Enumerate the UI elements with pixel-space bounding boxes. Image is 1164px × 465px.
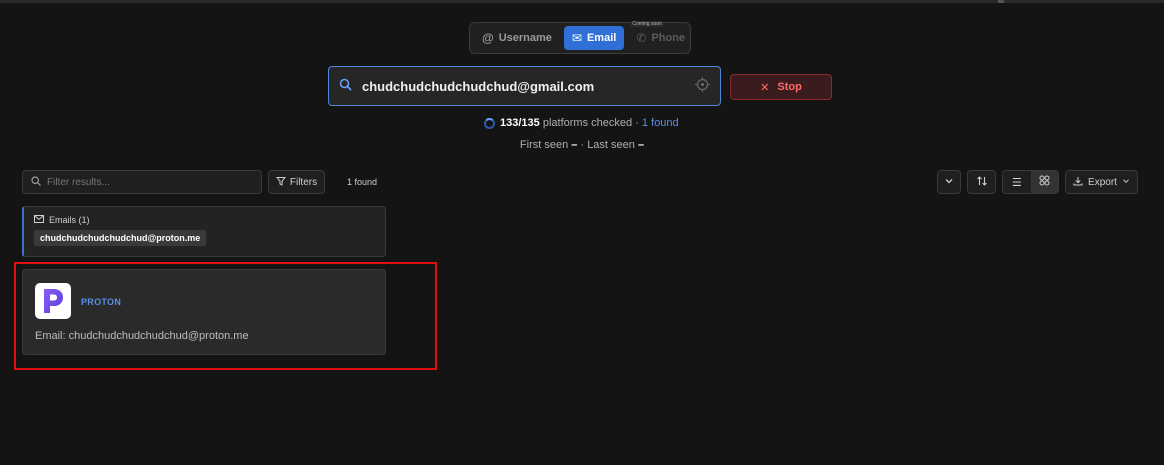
chevron-down-icon bbox=[1122, 177, 1130, 188]
sort-button[interactable] bbox=[967, 170, 996, 194]
export-button[interactable]: Export bbox=[1065, 170, 1138, 194]
tab-phone: Coming soon ✆ Phone bbox=[628, 21, 693, 50]
search-mode-tabs: @ Username ✉ Email Coming soon ✆ Phone bbox=[469, 21, 693, 54]
last-seen-value: – bbox=[637, 139, 645, 151]
window-control-mark bbox=[998, 0, 1004, 3]
stop-label: Stop bbox=[777, 81, 802, 93]
email-chip[interactable]: chudchudchudchudchud@proton.me bbox=[34, 230, 207, 246]
emails-summary-card: Emails (1) chudchudchudchudchud@proton.m… bbox=[22, 206, 386, 257]
chevron-down-icon bbox=[944, 176, 954, 189]
filters-label: Filters bbox=[289, 176, 318, 188]
tab-phone-label: Phone bbox=[651, 32, 686, 44]
filter-input[interactable] bbox=[47, 176, 247, 188]
list-view-button[interactable]: ☰ bbox=[1003, 171, 1031, 193]
filter-field bbox=[22, 170, 262, 194]
progress-status: 133/135 platforms checked · 1 found bbox=[484, 117, 679, 129]
export-label: Export bbox=[1088, 176, 1117, 188]
progress-text: platforms checked · bbox=[539, 117, 642, 129]
tab-email[interactable]: ✉ Email bbox=[563, 26, 625, 50]
view-toggle: ☰ bbox=[1002, 170, 1059, 194]
at-icon: @ bbox=[482, 31, 494, 45]
checked-count: 133 bbox=[500, 117, 519, 129]
tab-email-label: Email bbox=[586, 32, 617, 44]
list-icon: ☰ bbox=[1011, 176, 1022, 189]
emails-heading: Emails (1) bbox=[49, 215, 90, 225]
seen-dates: First seen – · Last seen – bbox=[0, 139, 1164, 151]
stop-button[interactable]: ✕ Stop bbox=[730, 74, 832, 100]
selection-highlight bbox=[14, 262, 437, 370]
close-icon: ✕ bbox=[760, 81, 770, 94]
collapse-button[interactable] bbox=[937, 170, 961, 194]
seen-separator: · bbox=[577, 139, 588, 151]
grid-view-button[interactable] bbox=[1030, 171, 1058, 193]
sort-arrows-icon bbox=[976, 175, 988, 190]
top-border bbox=[0, 0, 1164, 3]
first-seen-label: First seen bbox=[519, 139, 569, 151]
tab-username[interactable]: @ Username bbox=[474, 26, 560, 50]
last-seen-label: Last seen bbox=[587, 139, 635, 151]
total-count: /135 bbox=[518, 117, 540, 129]
grid-icon bbox=[1039, 175, 1050, 189]
crosshair-icon[interactable] bbox=[695, 77, 710, 95]
funnel-icon bbox=[275, 176, 286, 189]
download-icon bbox=[1073, 176, 1083, 189]
search-field bbox=[328, 66, 721, 106]
found-link[interactable]: 1 found bbox=[642, 117, 679, 129]
phone-icon: ✆ bbox=[636, 31, 647, 45]
result-count: 1 found bbox=[347, 177, 378, 187]
filters-button[interactable]: Filters bbox=[268, 170, 325, 194]
mail-icon: ✉ bbox=[571, 31, 582, 45]
mail-icon bbox=[34, 215, 44, 225]
loading-spinner-icon bbox=[484, 117, 495, 129]
search-icon bbox=[31, 175, 41, 189]
emails-header: Emails (1) bbox=[34, 215, 375, 225]
search-icon bbox=[339, 78, 352, 94]
tab-username-label: Username bbox=[498, 32, 552, 44]
search-input[interactable] bbox=[362, 78, 682, 94]
coming-soon-badge: Coming soon bbox=[630, 21, 664, 27]
